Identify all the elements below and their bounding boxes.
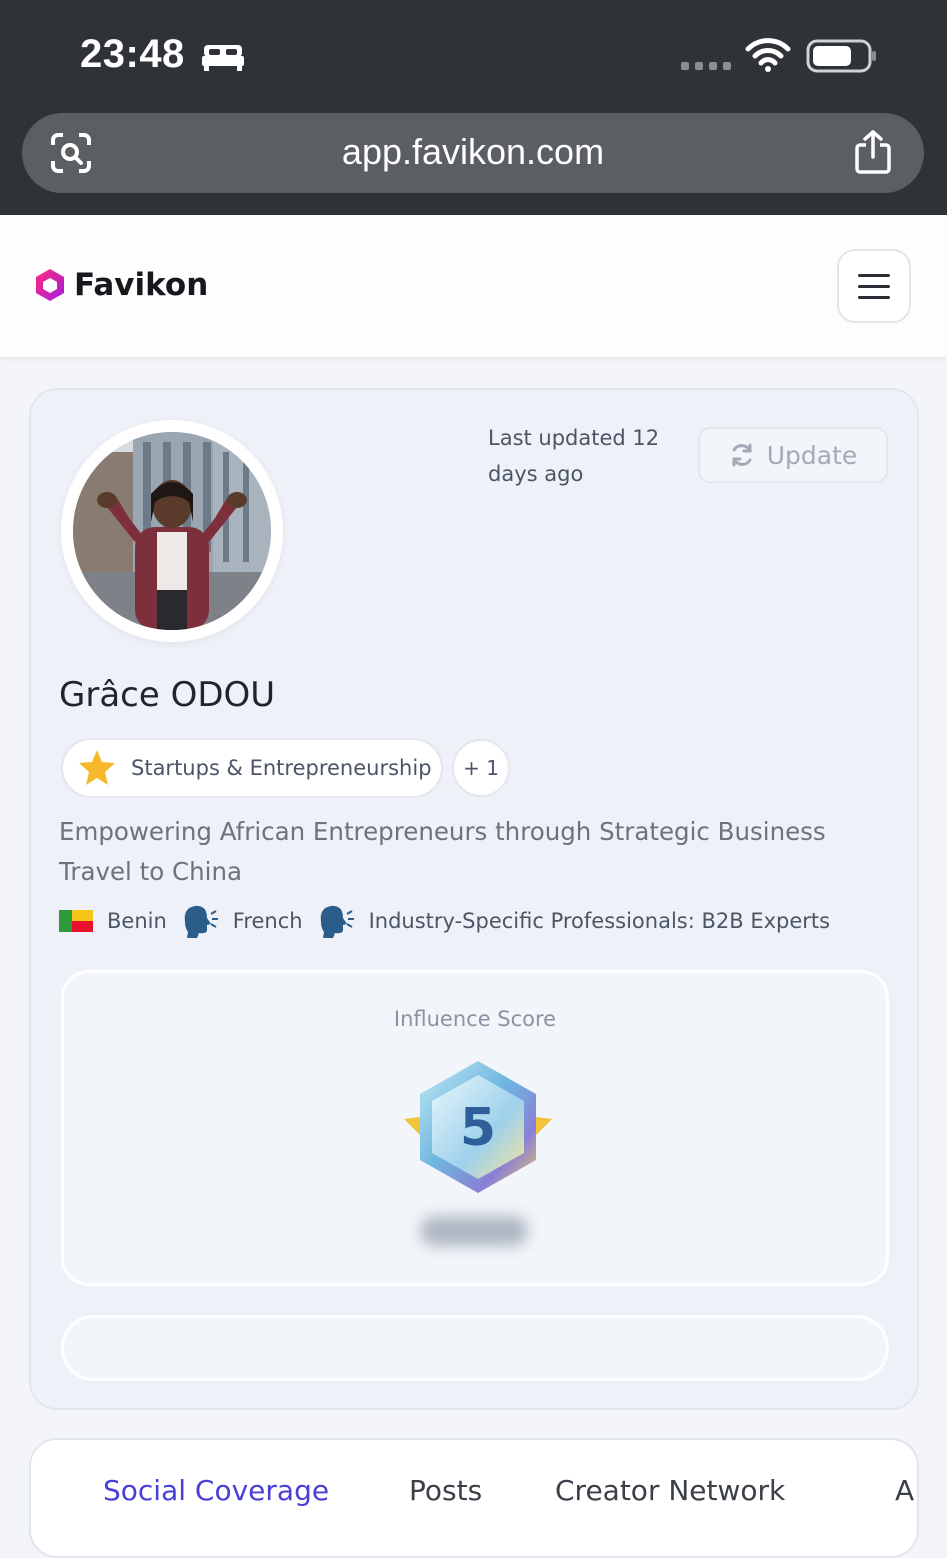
profile-card: Last updated 12 days ago Update Grâce OD…	[29, 388, 919, 1410]
tab-creator-network[interactable]: Creator Network	[555, 1474, 785, 1507]
influence-score-value: 5	[460, 1098, 496, 1158]
category-label: Industry-Specific Professionals: B2B Exp…	[368, 909, 831, 933]
speaking-head-icon	[320, 905, 354, 938]
sleep-focus-icon	[202, 45, 244, 71]
country-label: Benin	[107, 909, 167, 933]
battery-icon	[806, 39, 876, 73]
avatar-frame	[61, 420, 283, 642]
hidden-score-detail	[420, 1216, 528, 1246]
profile-tabs-card: Social Coverage Posts Creator Network A	[29, 1438, 919, 1558]
category-item: Industry-Specific Professionals: B2B Exp…	[317, 904, 831, 938]
tab-more[interactable]: A	[895, 1474, 914, 1507]
empty-info-panel	[61, 1315, 889, 1381]
hamburger-menu-button[interactable]	[837, 249, 911, 323]
profile-headline: Empowering African Entrepreneurs through…	[59, 817, 826, 886]
logo-text: Favikon	[74, 267, 209, 303]
profile-meta-row: Benin French Industry-Specific Professio…	[59, 904, 844, 938]
tab-social-coverage[interactable]: Social Coverage	[103, 1474, 329, 1507]
niche-tag-label: Startups & Entrepreneurship	[131, 756, 432, 780]
favikon-logo-icon	[36, 269, 64, 301]
influence-score-badge: 5	[404, 1061, 552, 1193]
more-tags-chip[interactable]: + 1	[452, 739, 510, 797]
tab-posts[interactable]: Posts	[409, 1474, 482, 1507]
country-item: Benin	[59, 909, 167, 933]
share-icon[interactable]	[852, 129, 894, 175]
last-updated-text: Last updated 12 days ago	[488, 426, 660, 486]
app-header: Favikon	[0, 215, 947, 358]
menu-line-icon	[858, 273, 890, 277]
star-icon	[79, 750, 115, 785]
cellular-signal-icon	[681, 62, 731, 70]
profile-name: Grâce ODOU	[59, 675, 276, 715]
url-text[interactable]: app.favikon.com	[22, 131, 924, 173]
menu-line-icon	[858, 295, 890, 299]
favikon-logo[interactable]: Favikon	[34, 267, 208, 303]
address-bar[interactable]: app.favikon.com	[22, 113, 924, 193]
influence-score-panel: Influence Score 5	[61, 970, 889, 1286]
wifi-icon	[745, 38, 791, 72]
status-time: 23:48	[80, 32, 185, 76]
avatar[interactable]	[73, 432, 271, 630]
menu-line-icon	[858, 284, 890, 288]
ios-top-bar: 23:48 app.favikon.com	[0, 0, 947, 215]
influence-score-label: Influence Score	[393, 1007, 557, 1031]
update-button-label: Update	[766, 440, 858, 470]
refresh-icon	[732, 443, 752, 467]
avatar-photo	[73, 432, 271, 630]
language-label: French	[232, 909, 303, 933]
benin-flag-icon	[59, 910, 93, 932]
update-button[interactable]: Update	[698, 427, 888, 483]
speaking-head-icon	[184, 905, 218, 938]
language-item: French	[181, 904, 303, 938]
niche-tag-chip[interactable]: Startups & Entrepreneurship	[61, 738, 443, 798]
